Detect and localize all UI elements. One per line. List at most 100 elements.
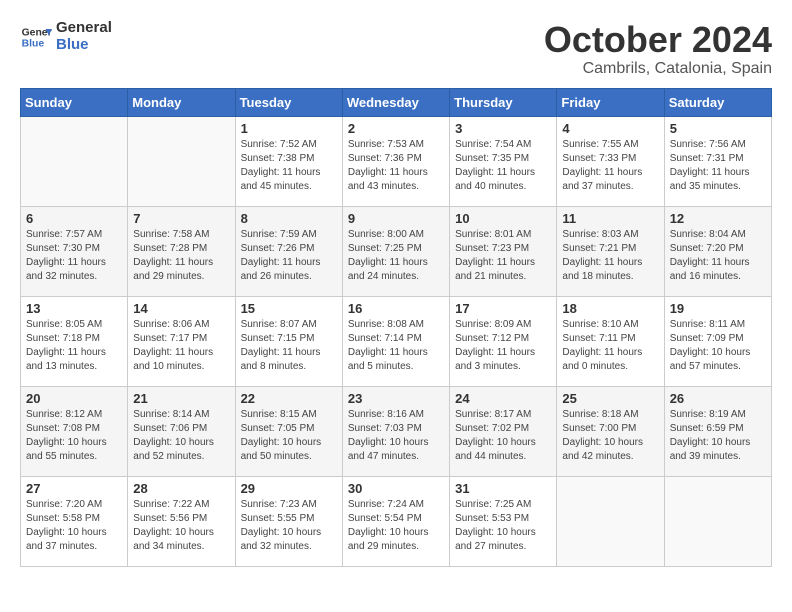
- day-number: 21: [133, 391, 229, 406]
- day-number: 15: [241, 301, 337, 316]
- col-header-wednesday: Wednesday: [342, 88, 449, 116]
- day-number: 8: [241, 211, 337, 226]
- cell-info: Sunrise: 8:06 AM Sunset: 7:17 PM Dayligh…: [133, 318, 229, 374]
- calendar-cell: 4 Sunrise: 7:55 AM Sunset: 7:33 PM Daylig…: [557, 116, 664, 206]
- day-number: 12: [670, 211, 766, 226]
- cell-info: Sunrise: 8:14 AM Sunset: 7:06 PM Dayligh…: [133, 408, 229, 464]
- day-number: 11: [562, 211, 658, 226]
- calendar-cell: [21, 116, 128, 206]
- cell-info: Sunrise: 7:55 AM Sunset: 7:33 PM Dayligh…: [562, 138, 658, 194]
- calendar-cell: 1 Sunrise: 7:52 AM Sunset: 7:38 PM Daylig…: [235, 116, 342, 206]
- calendar-cell: [557, 476, 664, 566]
- cell-info: Sunrise: 8:19 AM Sunset: 6:59 PM Dayligh…: [670, 408, 766, 464]
- day-number: 4: [562, 121, 658, 136]
- cell-info: Sunrise: 7:53 AM Sunset: 7:36 PM Dayligh…: [348, 138, 444, 194]
- day-number: 19: [670, 301, 766, 316]
- day-number: 10: [455, 211, 551, 226]
- cell-info: Sunrise: 8:08 AM Sunset: 7:14 PM Dayligh…: [348, 318, 444, 374]
- calendar-cell: 23Sunrise: 8:16 AM Sunset: 7:03 PM Dayli…: [342, 386, 449, 476]
- cell-info: Sunrise: 7:58 AM Sunset: 7:28 PM Dayligh…: [133, 228, 229, 284]
- cell-info: Sunrise: 8:16 AM Sunset: 7:03 PM Dayligh…: [348, 408, 444, 464]
- day-number: 16: [348, 301, 444, 316]
- col-header-saturday: Saturday: [664, 88, 771, 116]
- day-number: 18: [562, 301, 658, 316]
- day-number: 29: [241, 481, 337, 496]
- calendar-cell: 26 Sunrise: 8:19 AM Sunset: 6:59 PM Dayli…: [664, 386, 771, 476]
- day-number: 17: [455, 301, 551, 316]
- cell-info: Sunrise: 8:04 AM Sunset: 7:20 PM Dayligh…: [670, 228, 766, 284]
- calendar-cell: 29 Sunrise: 7:23 AM Sunset: 5:55 PM Dayli…: [235, 476, 342, 566]
- cell-info: Sunrise: 7:52 AM Sunset: 7:38 PM Dayligh…: [241, 138, 337, 194]
- calendar-cell: 28 Sunrise: 7:22 AM Sunset: 5:56 PM Dayli…: [128, 476, 235, 566]
- day-number: 5: [670, 121, 766, 136]
- cell-info: Sunrise: 8:05 AM Sunset: 7:18 PM Dayligh…: [26, 318, 122, 374]
- cell-info: Sunrise: 7:23 AM Sunset: 5:55 PM Dayligh…: [241, 498, 337, 554]
- calendar-cell: 10Sunrise: 8:01 AM Sunset: 7:23 PM Dayli…: [450, 206, 557, 296]
- col-header-tuesday: Tuesday: [235, 88, 342, 116]
- day-number: 9: [348, 211, 444, 226]
- logo-icon: General Blue: [20, 21, 52, 53]
- calendar-cell: 2Sunrise: 7:53 AM Sunset: 7:36 PM Daylig…: [342, 116, 449, 206]
- calendar-cell: 30 Sunrise: 7:24 AM Sunset: 5:54 PM Dayli…: [342, 476, 449, 566]
- calendar-cell: 19 Sunrise: 8:11 AM Sunset: 7:09 PM Dayli…: [664, 296, 771, 386]
- cell-info: Sunrise: 8:09 AM Sunset: 7:12 PM Dayligh…: [455, 318, 551, 374]
- day-number: 24: [455, 391, 551, 406]
- calendar-cell: 21 Sunrise: 8:14 AM Sunset: 7:06 PM Dayli…: [128, 386, 235, 476]
- calendar-cell: 25 Sunrise: 8:18 AM Sunset: 7:00 PM Dayli…: [557, 386, 664, 476]
- calendar-cell: 6Sunrise: 7:57 AM Sunset: 7:30 PM Daylig…: [21, 206, 128, 296]
- calendar-cell: 14 Sunrise: 8:06 AM Sunset: 7:17 PM Dayli…: [128, 296, 235, 386]
- calendar-cell: 24 Sunrise: 8:17 AM Sunset: 7:02 PM Dayli…: [450, 386, 557, 476]
- day-number: 27: [26, 481, 122, 496]
- calendar-cell: 16 Sunrise: 8:08 AM Sunset: 7:14 PM Dayli…: [342, 296, 449, 386]
- location: Cambrils, Catalonia, Spain: [544, 60, 772, 78]
- calendar-cell: [128, 116, 235, 206]
- calendar-cell: 11 Sunrise: 8:03 AM Sunset: 7:21 PM Dayli…: [557, 206, 664, 296]
- calendar-cell: 17 Sunrise: 8:09 AM Sunset: 7:12 PM Dayli…: [450, 296, 557, 386]
- day-number: 25: [562, 391, 658, 406]
- calendar-cell: 5Sunrise: 7:56 AM Sunset: 7:31 PM Daylig…: [664, 116, 771, 206]
- cell-info: Sunrise: 7:59 AM Sunset: 7:26 PM Dayligh…: [241, 228, 337, 284]
- logo: General Blue General Blue: [20, 20, 112, 53]
- month-title: October 2024: [544, 20, 772, 60]
- cell-info: Sunrise: 7:20 AM Sunset: 5:58 PM Dayligh…: [26, 498, 122, 554]
- day-number: 28: [133, 481, 229, 496]
- cell-info: Sunrise: 8:17 AM Sunset: 7:02 PM Dayligh…: [455, 408, 551, 464]
- day-number: 13: [26, 301, 122, 316]
- calendar-cell: 20 Sunrise: 8:12 AM Sunset: 7:08 PM Dayli…: [21, 386, 128, 476]
- calendar-cell: 9 Sunrise: 8:00 AM Sunset: 7:25 PM Daylig…: [342, 206, 449, 296]
- cell-info: Sunrise: 8:11 AM Sunset: 7:09 PM Dayligh…: [670, 318, 766, 374]
- calendar-cell: 15 Sunrise: 8:07 AM Sunset: 7:15 PM Dayli…: [235, 296, 342, 386]
- day-number: 7: [133, 211, 229, 226]
- cell-info: Sunrise: 8:10 AM Sunset: 7:11 PM Dayligh…: [562, 318, 658, 374]
- day-number: 6: [26, 211, 122, 226]
- calendar-table: SundayMondayTuesdayWednesdayThursdayFrid…: [20, 88, 772, 567]
- cell-info: Sunrise: 8:18 AM Sunset: 7:00 PM Dayligh…: [562, 408, 658, 464]
- calendar-cell: 8 Sunrise: 7:59 AM Sunset: 7:26 PM Daylig…: [235, 206, 342, 296]
- col-header-monday: Monday: [128, 88, 235, 116]
- calendar-cell: 12 Sunrise: 8:04 AM Sunset: 7:20 PM Dayli…: [664, 206, 771, 296]
- day-number: 20: [26, 391, 122, 406]
- cell-info: Sunrise: 8:15 AM Sunset: 7:05 PM Dayligh…: [241, 408, 337, 464]
- day-number: 30: [348, 481, 444, 496]
- cell-info: Sunrise: 8:12 AM Sunset: 7:08 PM Dayligh…: [26, 408, 122, 464]
- cell-info: Sunrise: 8:03 AM Sunset: 7:21 PM Dayligh…: [562, 228, 658, 284]
- calendar-cell: 13 Sunrise: 8:05 AM Sunset: 7:18 PM Dayli…: [21, 296, 128, 386]
- day-number: 14: [133, 301, 229, 316]
- cell-info: Sunrise: 8:00 AM Sunset: 7:25 PM Dayligh…: [348, 228, 444, 284]
- cell-info: Sunrise: 7:24 AM Sunset: 5:54 PM Dayligh…: [348, 498, 444, 554]
- calendar-cell: 31Sunrise: 7:25 AM Sunset: 5:53 PM Dayli…: [450, 476, 557, 566]
- cell-info: Sunrise: 8:07 AM Sunset: 7:15 PM Dayligh…: [241, 318, 337, 374]
- day-number: 1: [241, 121, 337, 136]
- col-header-sunday: Sunday: [21, 88, 128, 116]
- page-header: General Blue General Blue October 2024 C…: [20, 20, 772, 78]
- calendar-cell: 18 Sunrise: 8:10 AM Sunset: 7:11 PM Dayli…: [557, 296, 664, 386]
- calendar-cell: 7 Sunrise: 7:58 AM Sunset: 7:28 PM Daylig…: [128, 206, 235, 296]
- day-number: 3: [455, 121, 551, 136]
- col-header-thursday: Thursday: [450, 88, 557, 116]
- svg-text:Blue: Blue: [22, 38, 45, 49]
- cell-info: Sunrise: 7:22 AM Sunset: 5:56 PM Dayligh…: [133, 498, 229, 554]
- col-header-friday: Friday: [557, 88, 664, 116]
- day-number: 26: [670, 391, 766, 406]
- day-number: 22: [241, 391, 337, 406]
- calendar-cell: [664, 476, 771, 566]
